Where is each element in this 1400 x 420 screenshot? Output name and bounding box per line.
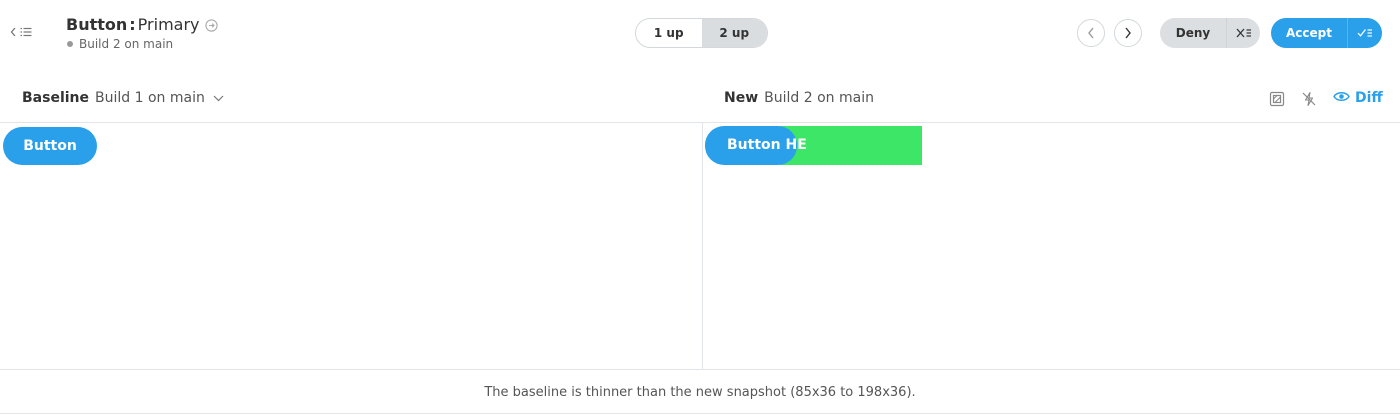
baseline-primary-button: Button [3,127,97,165]
panel-divider [702,123,703,370]
page-title: Button : Primary [66,14,218,36]
new-snapshot[interactable]: Button HE [705,126,922,165]
baseline-selector[interactable]: Baseline Build 1 on main [22,90,224,106]
baseline-snapshot[interactable]: Button [3,127,97,165]
title-separator: : [129,15,136,34]
diff-label: Diff [1355,90,1383,106]
chevron-down-icon [213,95,224,102]
previous-snapshot-button[interactable] [1077,19,1105,47]
strobe-off-icon[interactable] [1300,90,1318,108]
component-name: Button [66,15,128,34]
deny-button[interactable]: Deny [1160,18,1260,48]
view-mode-toggle: 1 up 2 up [635,18,768,48]
page-title-block: Button : Primary Build 2 on main [66,14,218,51]
baseline-label: Baseline [22,90,90,106]
accept-button[interactable]: Accept [1271,18,1382,48]
diff-toggle[interactable]: Diff [1333,90,1383,106]
build-status: Build 2 on main [66,37,218,51]
arrow-circle-right-icon[interactable] [204,18,218,32]
view-2-up-button[interactable]: 2 up [701,19,767,47]
accept-batch-icon[interactable] [1347,18,1382,48]
size-change-message: The baseline is thinner than the new sna… [0,371,1400,414]
crop-to-diff-icon[interactable] [1268,90,1286,108]
view-1-up-button[interactable]: 1 up [636,19,702,47]
next-snapshot-button[interactable] [1114,19,1142,47]
new-build: Build 2 on main [764,90,874,106]
list-icon [20,27,32,37]
build-status-text: Build 2 on main [79,37,174,51]
chevron-left-icon [10,27,17,37]
baseline-build: Build 1 on main [95,90,205,106]
chevron-left-icon [1087,24,1095,43]
deny-label: Deny [1175,26,1211,40]
new-label: New [724,90,759,106]
eye-icon [1333,90,1350,106]
new-button-label: Button HE [727,137,807,153]
accept-label: Accept [1286,26,1332,40]
back-to-list-button[interactable] [10,27,32,37]
compare-header: Baseline Build 1 on main New Build 2 on … [0,82,1400,116]
story-name: Primary [137,15,200,34]
snapshot-comparison: Button Button HE [0,122,1400,370]
status-dot [67,41,73,47]
chevron-right-icon [1124,24,1132,43]
new-build-label: New Build 2 on main [724,90,874,106]
header: Button : Primary Build 2 on main 1 up 2 … [0,0,1400,70]
deny-batch-icon[interactable] [1226,18,1260,48]
